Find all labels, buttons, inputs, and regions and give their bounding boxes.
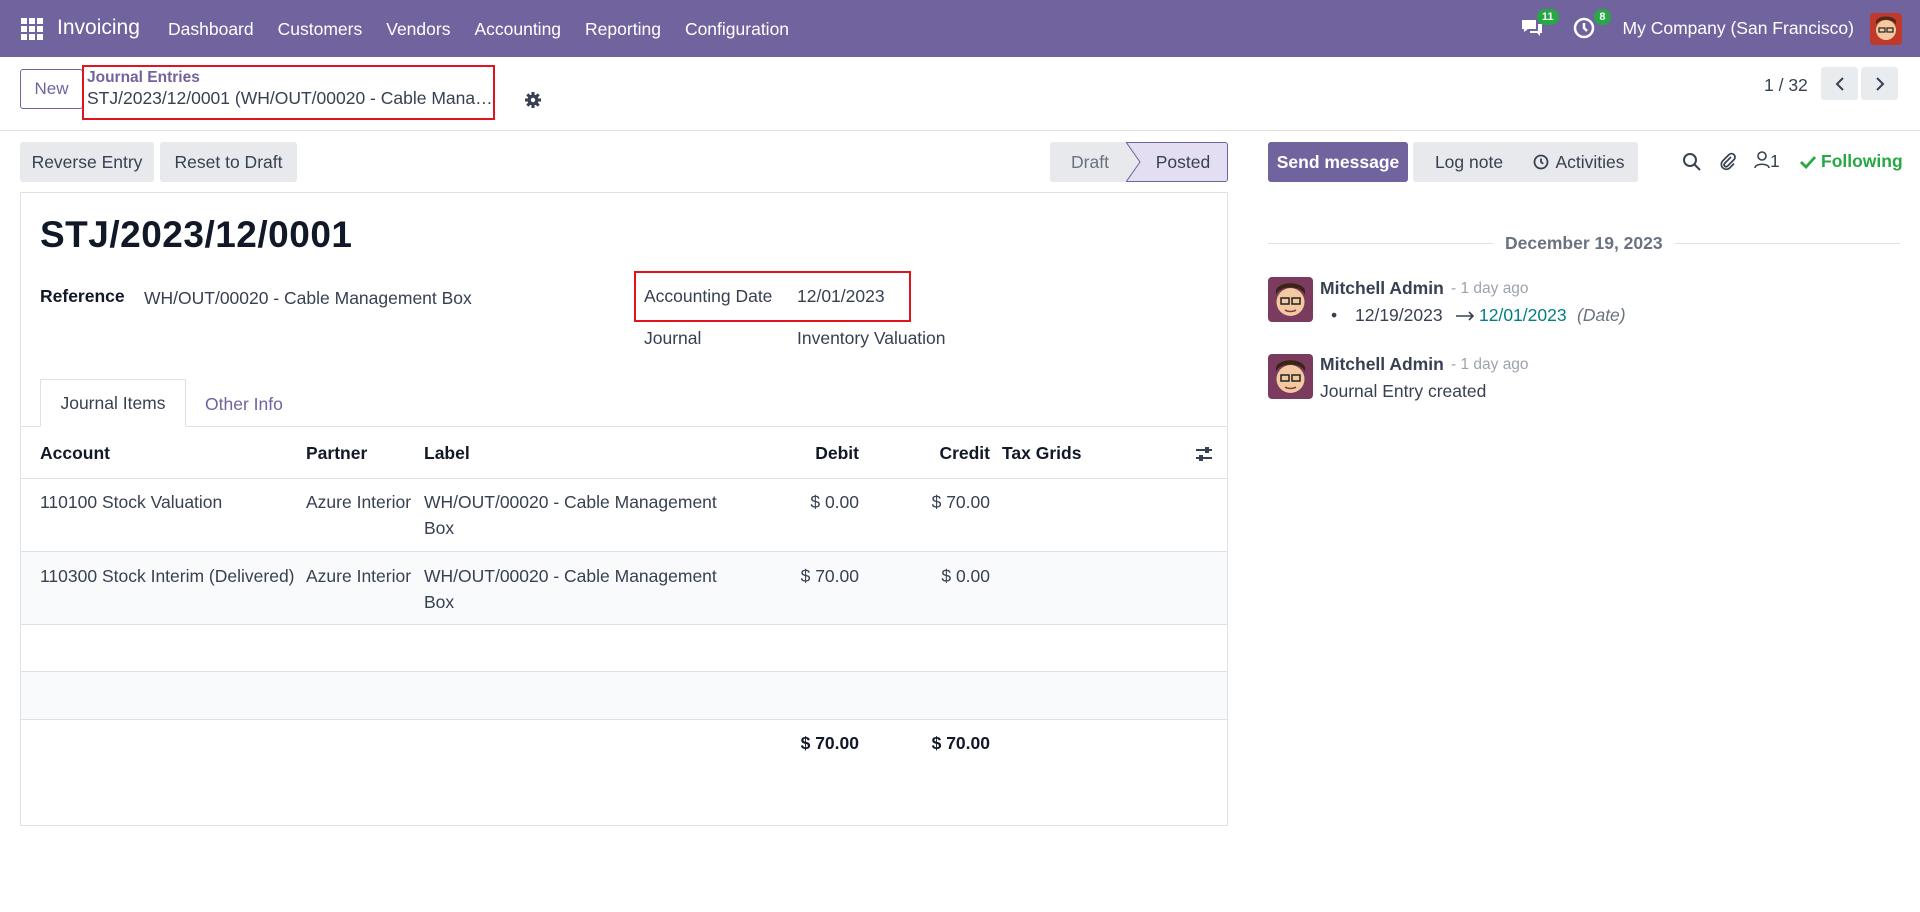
row2-debit[interactable]: $ 70.00 — [760, 563, 859, 589]
reference-label: Reference — [40, 286, 125, 306]
control-panel: New Journal Entries STJ/2023/12/0001 (WH… — [0, 57, 1920, 131]
paperclip-icon[interactable] — [1718, 152, 1738, 172]
tab-other-info[interactable]: Other Info — [205, 394, 283, 415]
pager-previous-button[interactable] — [1821, 67, 1858, 100]
menu-vendors[interactable]: Vendors — [386, 19, 450, 40]
menu-reporting[interactable]: Reporting — [585, 19, 661, 40]
accounting-date-field[interactable]: 12/01/2023 — [797, 286, 885, 307]
messages-badge: 11 — [1536, 8, 1559, 25]
systray: 11 8 My Company (San Francisco) — [1519, 0, 1920, 57]
main-menu: Dashboard Customers Vendors Accounting R… — [168, 19, 789, 40]
activities-clock-icon[interactable]: 8 — [1571, 8, 1611, 43]
table-header-divider — [20, 478, 1228, 479]
column-partner[interactable]: Partner — [306, 443, 367, 464]
author-avatar[interactable] — [1268, 354, 1313, 399]
chevron-right-icon — [1875, 76, 1884, 91]
person-icon — [1754, 151, 1770, 169]
date-separator-line — [1675, 243, 1900, 244]
log-note-button[interactable]: Log note — [1413, 142, 1525, 182]
tracking-new-value: 12/01/2023 — [1479, 305, 1567, 325]
following-label: Following — [1821, 151, 1903, 171]
journal-label: Journal — [644, 328, 702, 348]
row1-partner[interactable]: Azure Interior — [306, 489, 411, 515]
clock-icon — [1534, 154, 1549, 170]
tab-journal-items[interactable]: Journal Items — [40, 379, 186, 427]
reference-field[interactable]: WH/OUT/00020 - Cable Management Box — [144, 288, 472, 309]
accounting-date-label: Accounting Date — [644, 286, 773, 306]
followers-button[interactable]: 1 — [1754, 151, 1780, 172]
arrow-right-icon — [1456, 311, 1475, 321]
column-credit[interactable]: Credit — [890, 443, 990, 464]
column-label[interactable]: Label — [424, 443, 470, 464]
user-avatar[interactable] — [1870, 12, 1902, 45]
apps-menu-icon[interactable] — [21, 18, 43, 40]
pager-next-button[interactable] — [1861, 67, 1898, 100]
status-draft[interactable]: Draft — [1050, 142, 1130, 182]
reverse-entry-button[interactable]: Reverse Entry — [20, 142, 154, 182]
status-arrow-shape — [1126, 142, 1141, 182]
messaging-icon[interactable]: 11 — [1519, 8, 1559, 43]
app-title[interactable]: Invoicing — [57, 16, 140, 40]
breadcrumb-parent-link[interactable]: Journal Entries — [87, 69, 200, 87]
date-separator-line — [1268, 243, 1493, 244]
table-row-divider — [20, 624, 1228, 625]
pager-value[interactable]: 1 / 32 — [1764, 75, 1808, 96]
menu-configuration[interactable]: Configuration — [685, 19, 789, 40]
message-time: - 1 day ago — [1451, 356, 1529, 373]
row1-credit[interactable]: $ 70.00 — [890, 489, 990, 515]
row2-partner[interactable]: Azure Interior — [306, 563, 411, 589]
row1-debit[interactable]: $ 0.00 — [760, 489, 859, 515]
message-author[interactable]: Mitchell Admin — [1320, 278, 1444, 299]
following-button[interactable]: Following — [1800, 151, 1903, 172]
row1-label-line1[interactable]: WH/OUT/00020 - Cable Management — [424, 489, 717, 515]
table-row-bg — [21, 672, 1227, 719]
optional-columns-sliders-icon[interactable] — [1194, 444, 1214, 464]
breadcrumb-current: STJ/2023/12/0001 (WH/OUT/00020 - Cable M… — [87, 88, 502, 108]
tracking-old-value: 12/19/2023 — [1355, 305, 1443, 325]
reset-to-draft-button[interactable]: Reset to Draft — [160, 142, 297, 182]
table-footer-divider — [20, 719, 1228, 720]
company-switcher[interactable]: My Company (San Francisco) — [1623, 18, 1854, 39]
menu-customers[interactable]: Customers — [278, 19, 363, 40]
message-body: Journal Entry created — [1320, 381, 1487, 401]
journal-field[interactable]: Inventory Valuation — [797, 328, 946, 349]
author-avatar[interactable] — [1268, 277, 1313, 322]
activities-label: Activities — [1555, 151, 1625, 172]
followers-count: 1 — [1770, 151, 1780, 171]
row2-credit[interactable]: $ 0.00 — [890, 563, 990, 589]
menu-accounting[interactable]: Accounting — [474, 19, 561, 40]
gear-icon[interactable] — [524, 91, 542, 109]
row2-account[interactable]: 110300 Stock Interim (Delivered) — [40, 563, 295, 589]
message-author[interactable]: Mitchell Admin — [1320, 354, 1444, 375]
menu-dashboard[interactable]: Dashboard — [168, 19, 254, 40]
tab-divider — [20, 426, 1228, 427]
journal-entry-name: STJ/2023/12/0001 — [40, 214, 353, 255]
row1-label-line2[interactable]: Box — [424, 515, 454, 541]
activities-button[interactable]: Activities — [1520, 142, 1638, 182]
row2-label-line2[interactable]: Box — [424, 589, 454, 615]
column-debit[interactable]: Debit — [760, 443, 859, 464]
tracking-field-name: (Date) — [1577, 305, 1626, 325]
top-navbar: Invoicing Dashboard Customers Vendors Ac… — [0, 0, 1920, 57]
tracking-bullet: • — [1331, 305, 1338, 325]
send-message-button[interactable]: Send message — [1268, 142, 1408, 182]
activities-badge: 8 — [1594, 8, 1611, 25]
date-separator: December 19, 2023 — [1505, 233, 1663, 253]
chevron-left-icon — [1835, 76, 1844, 91]
message-time: - 1 day ago — [1451, 280, 1529, 297]
total-debit: $ 70.00 — [800, 733, 859, 753]
new-button[interactable]: New — [20, 69, 83, 109]
column-account[interactable]: Account — [40, 443, 110, 464]
row2-label-line1[interactable]: WH/OUT/00020 - Cable Management — [424, 563, 717, 589]
search-icon[interactable] — [1682, 152, 1702, 172]
check-icon — [1800, 155, 1816, 169]
row1-account[interactable]: 110100 Stock Valuation — [40, 489, 222, 515]
total-credit: $ 70.00 — [931, 733, 990, 753]
column-tax-grids[interactable]: Tax Grids — [1002, 443, 1081, 464]
